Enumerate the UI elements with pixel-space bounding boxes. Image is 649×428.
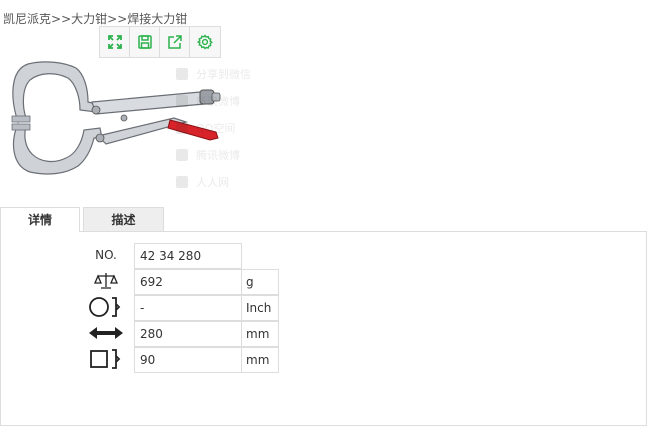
save-button[interactable] [130,27,160,57]
breadcrumb-item-category[interactable]: 大力钳 [71,12,107,26]
breadcrumb-item-brand[interactable]: 凯尼派克 [3,12,51,26]
breadcrumb-separator: >> [107,12,128,26]
spec-row-jaw: 90 mm [78,346,279,373]
tencent-weibo-icon [176,148,188,161]
capacity-value: - [134,295,242,321]
jaw-label [78,346,134,372]
share-weibo[interactable]: 新浪微博 [170,87,268,114]
jaw-unit: mm [242,347,279,373]
spec-row-weight: 692 g [78,268,279,295]
length-arrow-icon [89,327,123,339]
breadcrumb-separator: >> [51,12,72,26]
renren-icon [176,175,188,188]
share-label: 新浪微博 [196,94,240,108]
wechat-icon [176,67,188,80]
share-tencent-weibo[interactable]: 腾讯微博 [170,141,268,168]
share-panel: 分享到微信 新浪微博 QQ空间 腾讯微博 人人网 [170,60,268,196]
tab-details[interactable]: 详情 [0,207,80,232]
share-wechat[interactable]: 分享到微信 [170,60,268,87]
capacity-unit: Inch [242,295,279,321]
image-toolbar [99,26,221,58]
tab-bar: 详情 描述 [0,207,164,232]
share-label: 人人网 [196,175,229,189]
number-label: NO. [95,248,117,262]
settings-button[interactable] [190,27,220,57]
breadcrumb-item-current[interactable]: 焊接大力钳 [127,12,187,26]
breadcrumb: 凯尼派克>>大力钳>>焊接大力钳 [3,10,187,27]
spec-row-length: 280 mm [78,320,279,347]
share-label: QQ空间 [196,121,236,135]
share-qzone[interactable]: QQ空间 [170,114,268,141]
number-value: 42 34 280 [134,243,242,269]
jaw-opening-icon [90,349,121,369]
share-label: 分享到微信 [196,67,251,81]
weight-value: 692 [134,269,242,295]
scale-icon [94,273,118,289]
capacity-label [78,294,134,320]
settings-icon [197,34,213,50]
tab-description[interactable]: 描述 [83,207,164,231]
length-value: 280 [134,321,242,347]
fullscreen-button[interactable] [100,27,130,57]
share-renren[interactable]: 人人网 [170,168,268,195]
weight-unit: g [242,269,279,295]
save-icon [137,35,152,49]
length-unit: mm [242,321,279,347]
share-button[interactable] [160,27,190,57]
jaw-value: 90 [134,347,242,373]
weight-label [78,268,134,294]
spec-row-number: NO. 42 34 280 [78,242,279,269]
weibo-icon [176,94,188,107]
pipe-capacity-icon [89,297,121,317]
qzone-icon [176,121,188,134]
share-icon [167,35,182,49]
length-label [78,320,134,346]
share-label: 腾讯微博 [196,148,240,162]
fullscreen-icon [107,35,122,49]
spec-row-capacity: - Inch [78,294,279,321]
spec-table: NO. 42 34 280 692 g - Inch 280 mm 90 mm [78,242,279,373]
